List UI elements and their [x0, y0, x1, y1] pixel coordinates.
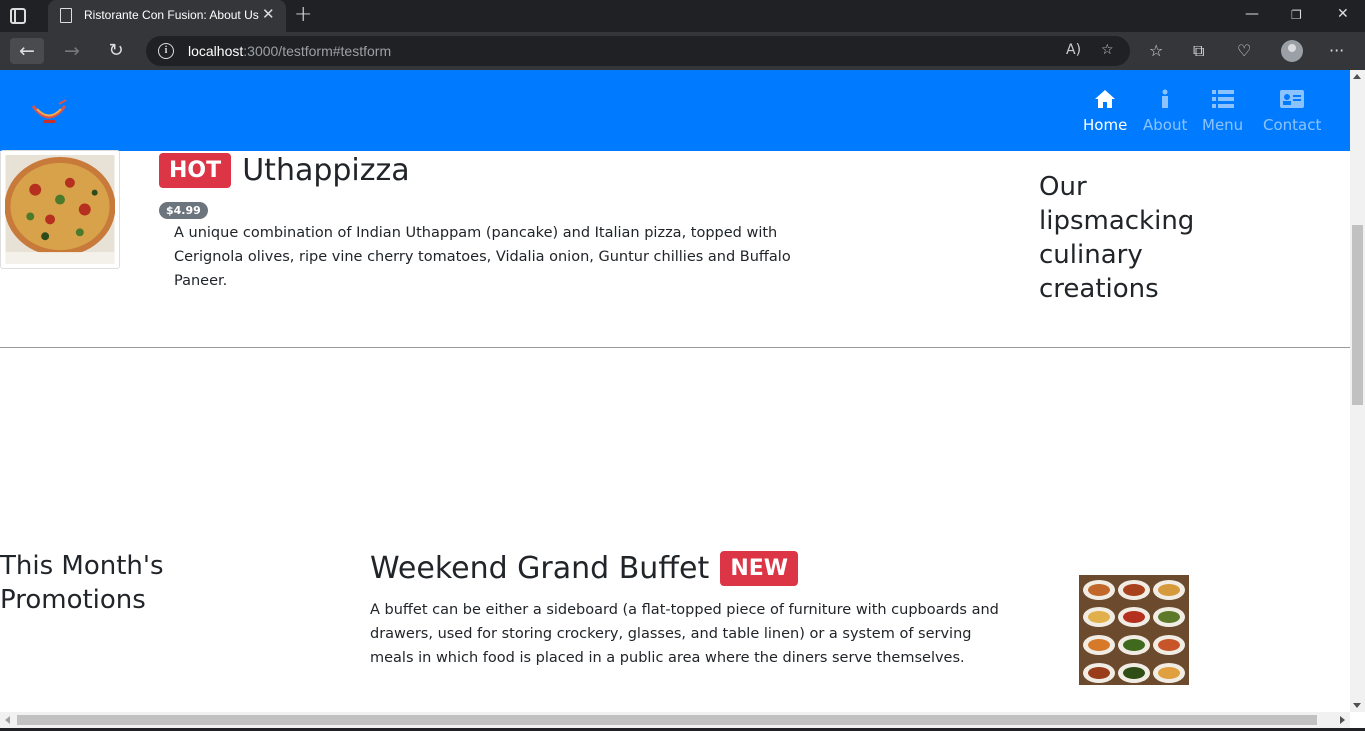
more-options-icon[interactable]: ··· [1329, 41, 1344, 60]
uthappizza-image [0, 150, 120, 269]
home-icon [1095, 90, 1116, 108]
scroll-down-icon[interactable] [1353, 703, 1361, 708]
site-info-icon[interactable]: i [158, 43, 174, 59]
restaurant-logo[interactable] [30, 98, 68, 128]
promotion-title: Weekend Grand Buffet NEW [370, 551, 799, 586]
tab-actions-icon[interactable] [10, 8, 26, 24]
info-icon [1162, 89, 1169, 108]
scroll-right-icon[interactable] [1340, 716, 1345, 724]
dish-name: Uthappizza [242, 153, 410, 188]
collections-icon[interactable]: ⧉ [1193, 41, 1204, 61]
page-icon [60, 8, 72, 23]
profile-avatar[interactable] [1281, 40, 1303, 62]
hot-badge: HOT [159, 153, 232, 188]
close-tab-icon[interactable]: ✕ [262, 5, 275, 23]
tab-title: Ristorante Con Fusion: About Us [84, 8, 259, 22]
promotions-heading: This Month's Promotions [0, 551, 164, 615]
promotion-name: Weekend Grand Buffet [370, 551, 710, 586]
dish-title: HOT Uthappizza [159, 153, 410, 189]
nav-home-label: Home [1083, 116, 1128, 134]
address-card-icon [1280, 90, 1305, 108]
site-navbar: Home About Menu Contact [0, 70, 1350, 151]
promotion-description: A buffet can be either a sideboard (a fl… [370, 602, 999, 666]
nav-home[interactable]: Home [1083, 88, 1127, 134]
address-bar[interactable]: i localhost:3000/testform#testform A) ☆ [146, 36, 1130, 66]
nav-contact[interactable]: Contact [1263, 88, 1321, 134]
read-aloud-icon[interactable]: A) [1066, 42, 1081, 58]
page-viewport: Home About Menu Contact HOT Uthappizza $… [0, 70, 1365, 731]
nav-contact-label: Contact [1263, 116, 1322, 134]
nav-menu-label: Menu [1202, 116, 1244, 134]
culinary-heading: Our lipsmacking culinary creations [1039, 172, 1195, 304]
nav-about[interactable]: About [1143, 88, 1187, 134]
vertical-scroll-thumb[interactable] [1352, 225, 1363, 405]
browser-tab-bar: Ristorante Con Fusion: About Us ✕ + — ❐ … [0, 0, 1365, 32]
horizontal-scrollbar[interactable] [0, 712, 1350, 728]
close-window-icon[interactable]: ✕ [1337, 6, 1349, 22]
price-badge: $4.99 [159, 202, 208, 219]
scroll-left-icon[interactable] [5, 716, 10, 724]
back-icon[interactable]: ← [10, 38, 44, 64]
add-favorite-icon[interactable]: ☆ [1101, 42, 1114, 58]
url-text[interactable]: localhost:3000/testform#testform [188, 43, 391, 59]
restore-icon[interactable]: ❐ [1291, 8, 1302, 22]
browser-tab[interactable]: Ristorante Con Fusion: About Us ✕ [48, 0, 286, 32]
section-divider [0, 347, 1350, 348]
buffet-image [1079, 575, 1189, 685]
forward-icon[interactable]: → [55, 38, 89, 64]
scroll-up-icon[interactable] [1353, 74, 1361, 79]
nav-about-label: About [1143, 116, 1188, 134]
new-tab-icon[interactable]: + [294, 2, 312, 27]
vertical-scrollbar[interactable] [1350, 70, 1365, 712]
new-badge: NEW [720, 551, 799, 586]
minimize-icon[interactable]: — [1245, 6, 1259, 22]
list-icon [1211, 90, 1234, 108]
favorites-icon[interactable]: ☆ [1149, 41, 1163, 60]
nav-menu[interactable]: Menu [1202, 88, 1243, 134]
dish-description: A unique combination of Indian Uthappam … [174, 225, 791, 289]
browser-toolbar: ← → ↻ i localhost:3000/testform#testform… [0, 32, 1365, 70]
reload-icon[interactable]: ↻ [99, 38, 133, 64]
browser-essentials-icon[interactable]: ♡ [1237, 41, 1251, 60]
horizontal-scroll-thumb[interactable] [17, 715, 1317, 725]
